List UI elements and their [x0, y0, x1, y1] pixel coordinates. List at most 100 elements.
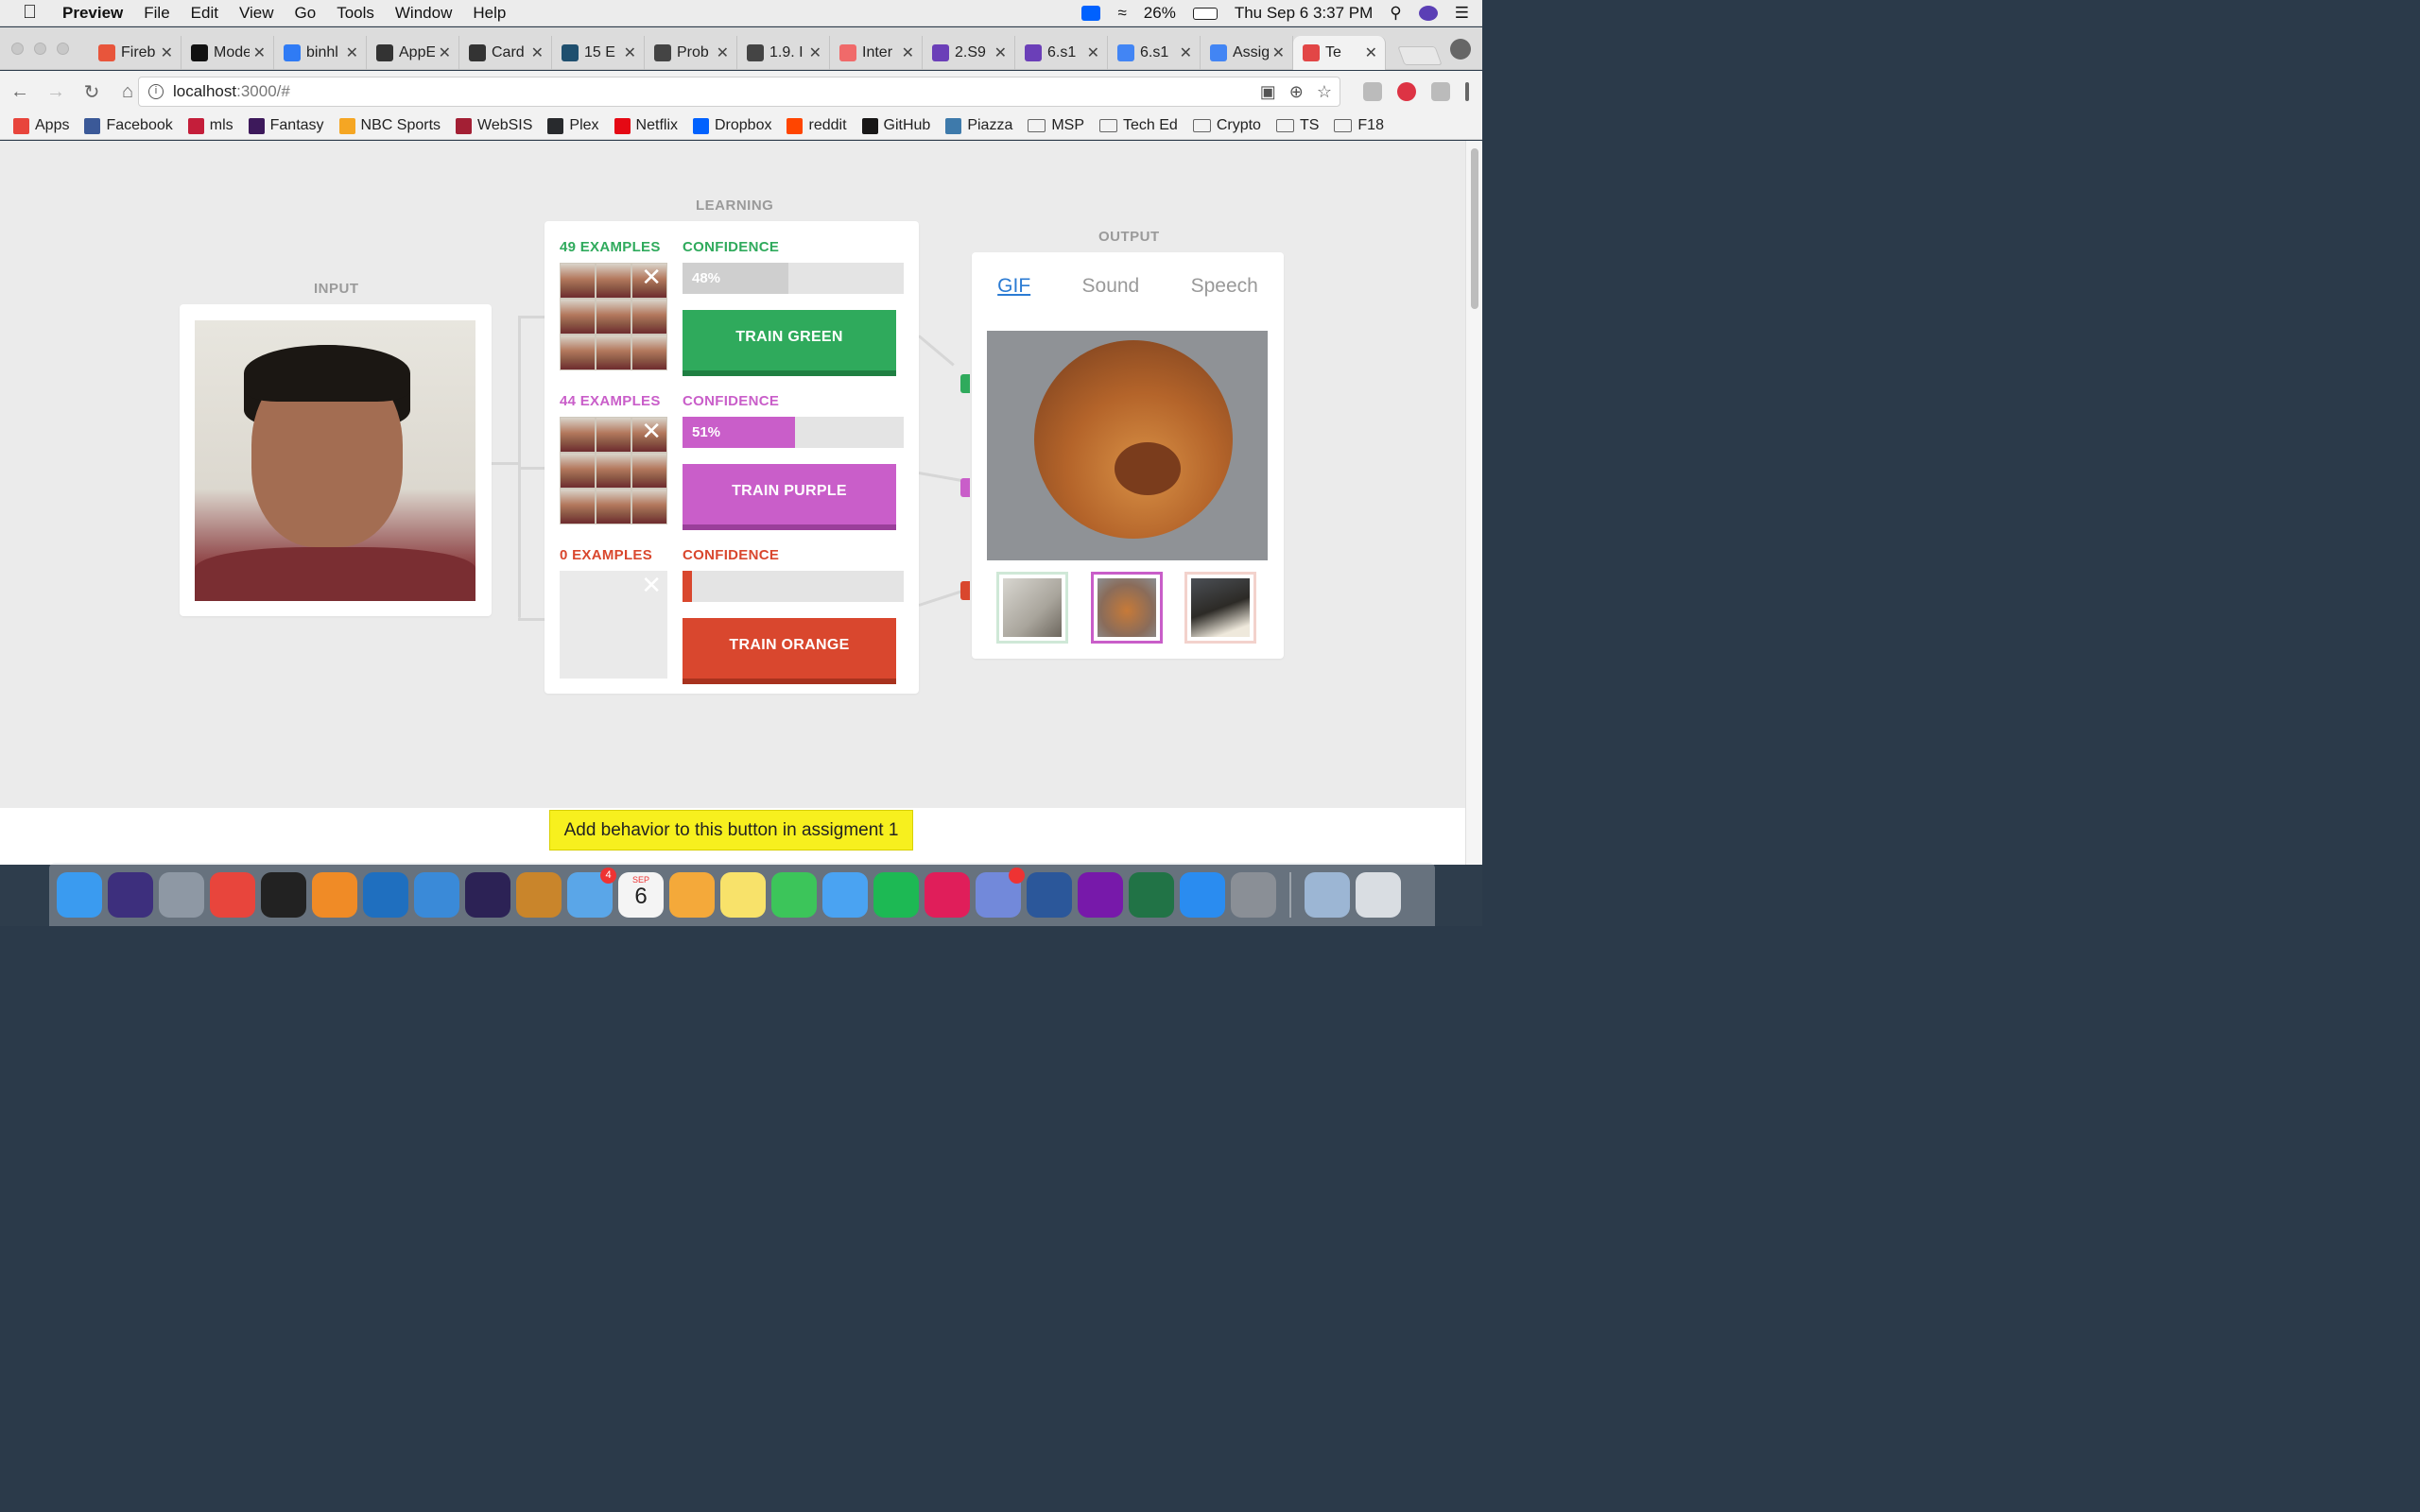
apple-menu-icon[interactable]:  — [23, 2, 49, 24]
train-purple-button[interactable]: TRAIN PURPLE — [683, 464, 896, 524]
page-scrollbar[interactable] — [1465, 141, 1482, 865]
slack-dock-icon[interactable] — [925, 871, 970, 918]
close-tab-icon[interactable]: ✕ — [902, 43, 914, 62]
discord-dock-icon[interactable] — [976, 867, 1025, 918]
close-tab-icon[interactable]: ✕ — [1087, 43, 1099, 62]
bookmark-dropbox[interactable]: Dropbox — [693, 117, 771, 134]
chrome-dock-icon[interactable] — [210, 871, 255, 918]
menu-window[interactable]: Window — [395, 4, 452, 23]
new-tab-button[interactable] — [1397, 46, 1443, 65]
mail-dock-icon[interactable]: 4 — [567, 867, 616, 918]
browser-tab[interactable]: 15 E ✕ — [552, 36, 645, 70]
clock[interactable]: Thu Sep 6 3:37 PM — [1235, 4, 1373, 23]
adblock-icon[interactable] — [1397, 82, 1416, 101]
menu-file[interactable]: File — [144, 4, 169, 23]
vscode-dock-icon[interactable] — [363, 871, 408, 918]
close-tab-icon[interactable]: ✕ — [717, 43, 729, 62]
app-store-dock-icon[interactable] — [1180, 871, 1225, 918]
onenote-dock-icon[interactable] — [1078, 871, 1123, 918]
close-tab-icon[interactable]: ✕ — [1180, 43, 1192, 62]
zoom-icon[interactable]: ⊕ — [1289, 82, 1304, 102]
messages-dock-icon[interactable] — [822, 871, 868, 918]
close-tab-icon[interactable]: ✕ — [161, 43, 173, 62]
forward-arrow-icon[interactable]: → — [40, 81, 72, 103]
bookmark-fantasy[interactable]: Fantasy — [248, 117, 324, 134]
react-devtools-icon[interactable] — [1431, 82, 1450, 101]
assignment-button[interactable]: Add behavior to this button in assigment… — [549, 810, 913, 850]
battery-icon[interactable] — [1192, 7, 1218, 20]
bookmark-facebook[interactable]: Facebook — [84, 117, 173, 134]
close-tab-icon[interactable]: ✕ — [1272, 43, 1285, 62]
xcode-dock-icon[interactable] — [414, 871, 459, 918]
siri-dock-icon[interactable] — [108, 871, 153, 918]
browser-tab[interactable]: AppE ✕ — [367, 36, 459, 70]
spotify-dock-icon[interactable] — [873, 871, 919, 918]
calendar-dock-icon[interactable]: SEP 6 — [618, 871, 664, 918]
tab-speech[interactable]: Speech — [1191, 275, 1258, 298]
bookmark-crypto[interactable]: Crypto — [1192, 117, 1261, 134]
sublime-dock-icon[interactable] — [312, 871, 357, 918]
menu-tools[interactable]: Tools — [337, 4, 374, 23]
site-info-icon[interactable]: i — [148, 84, 164, 99]
bookmark-tech-ed[interactable]: Tech Ed — [1099, 117, 1178, 134]
dropbox-status-icon[interactable] — [1081, 6, 1101, 21]
menu-edit[interactable]: Edit — [191, 4, 218, 23]
browser-tab[interactable]: binhl ✕ — [274, 36, 367, 70]
browser-tab[interactable]: Inter ✕ — [830, 36, 923, 70]
bookmark-nbc-sports[interactable]: NBC Sports — [338, 117, 441, 134]
tab-sound[interactable]: Sound — [1082, 275, 1140, 298]
gif-option-green[interactable] — [996, 572, 1068, 644]
facetime-dock-icon[interactable] — [771, 871, 817, 918]
profile-avatar[interactable] — [1450, 39, 1471, 60]
close-tab-icon[interactable]: ✕ — [809, 43, 821, 62]
bookmark-github[interactable]: GitHub — [861, 117, 930, 134]
bookmark-netflix[interactable]: Netflix — [614, 117, 678, 134]
close-tab-icon[interactable]: ✕ — [253, 43, 266, 62]
bookmark-reddit[interactable]: reddit — [786, 117, 847, 134]
bookmark-apps[interactable]: Apps — [13, 117, 69, 134]
menu-help[interactable]: Help — [473, 4, 506, 23]
bookmark-plex[interactable]: Plex — [547, 117, 599, 134]
close-tab-icon[interactable]: ✕ — [624, 43, 636, 62]
browser-tab[interactable]: Mode ✕ — [182, 36, 274, 70]
clear-purple-examples-icon[interactable]: ✕ — [641, 419, 662, 443]
terminal-dock-icon[interactable] — [261, 871, 306, 918]
bookmark-star-icon[interactable]: ☆ — [1317, 82, 1332, 102]
address-bar[interactable]: i localhost:3000/# ▣ ⊕ ☆ — [138, 77, 1340, 107]
gif-option-orange[interactable] — [1184, 572, 1256, 644]
photos-dock-icon[interactable] — [669, 871, 715, 918]
cyberduck-dock-icon[interactable] — [516, 871, 562, 918]
browser-tab[interactable]: 6.s1 ✕ — [1108, 36, 1201, 70]
minimize-window-button[interactable] — [34, 43, 46, 55]
word-dock-icon[interactable] — [1027, 871, 1072, 918]
close-tab-icon[interactable]: ✕ — [531, 43, 544, 62]
clear-green-examples-icon[interactable]: ✕ — [641, 265, 662, 289]
menu-go[interactable]: Go — [295, 4, 317, 23]
excel-dock-icon[interactable] — [1129, 871, 1174, 918]
chrome-menu-icon[interactable] — [1465, 82, 1469, 101]
browser-tab[interactable]: 1.9. I ✕ — [737, 36, 830, 70]
eclipse-dock-icon[interactable] — [465, 871, 510, 918]
zoom-window-button[interactable] — [57, 43, 69, 55]
bookmark-f18[interactable]: F18 — [1334, 117, 1384, 134]
back-arrow-icon[interactable]: ← — [4, 81, 36, 103]
close-window-button[interactable] — [11, 43, 24, 55]
camera-icon[interactable]: ▣ — [1260, 82, 1276, 102]
close-tab-icon[interactable]: ✕ — [439, 43, 451, 62]
reload-icon[interactable]: ↻ — [76, 80, 108, 104]
finder-dock-icon[interactable] — [57, 871, 102, 918]
browser-tab[interactable]: Prob ✕ — [645, 36, 737, 70]
bookmark-websis[interactable]: WebSIS — [456, 117, 532, 134]
bookmark-piazza[interactable]: Piazza — [945, 117, 1012, 134]
close-tab-icon[interactable]: ✕ — [346, 43, 358, 62]
cast-icon[interactable] — [1363, 82, 1382, 101]
browser-tab[interactable]: 6.s1 ✕ — [1015, 36, 1108, 70]
notes-dock-icon[interactable] — [720, 871, 766, 918]
preview-dock-icon[interactable] — [1305, 871, 1350, 918]
train-green-button[interactable]: TRAIN GREEN — [683, 310, 896, 370]
trash-dock-icon[interactable] — [1356, 871, 1401, 918]
close-tab-icon[interactable]: ✕ — [1365, 43, 1377, 62]
browser-tab[interactable]: Card ✕ — [459, 36, 552, 70]
browser-tab[interactable]: 2.S9 ✕ — [923, 36, 1015, 70]
browser-tab[interactable]: Te ✕ — [1293, 36, 1386, 70]
